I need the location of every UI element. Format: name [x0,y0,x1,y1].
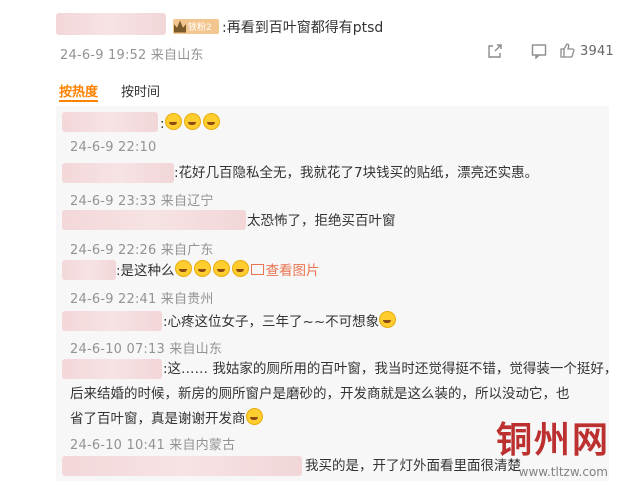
reply-text: :花好几百隐私全无，我就花了7块钱买的贴纸，漂亮还实惠。 [174,165,539,181]
reply-meta: 24-6-9 22:41 来自贵州 [70,292,214,307]
crying-emoji-icon [231,260,249,277]
tab-active-indicator [59,100,98,102]
reply-text-line-2: 后来结婚的时候，新房的厕所窗户是磨砂的，开发商就是这么装的，所以没动它，也 [70,386,570,402]
badge-label: 铁粉2 [188,23,212,33]
reply-username[interactable] [62,260,116,280]
tab-by-hot[interactable]: 按热度 [59,81,98,100]
reply-text-line-1: :这…… 我姑家的厕所用的百叶窗，我当时还觉得挺不错，觉得装一个挺好， [163,361,618,377]
reply-meta: 24-6-9 22:26 来自广东 [70,243,214,258]
username-redacted[interactable] [56,13,166,35]
reply-username[interactable] [62,456,302,476]
reply-username[interactable] [62,163,174,183]
reply-username[interactable] [62,359,162,379]
reply-username[interactable] [62,210,246,230]
like-icon[interactable] [558,41,576,59]
reply-text-line-3: 省了百叶窗，真是谢谢开发商 [70,408,265,430]
crying-emoji-icon [174,260,192,277]
reply-meta: 24-6-9 23:33 来自辽宁 [70,194,214,209]
root-comment-text: :再看到百叶窗都得有ptsd [222,20,384,36]
image-icon [250,264,264,275]
reply-text: : [160,113,222,135]
site-watermark-url: www.tltzw.com [518,465,608,479]
reply-meta: 24-6-10 10:41 来自内蒙古 [70,438,236,453]
reply-text: :是这种么 查看图片 [116,260,320,282]
fan-badge: 铁粉2 [173,19,219,34]
root-comment-meta: 24-6-9 19:52 来自山东 [60,48,204,63]
crying-emoji-icon [202,113,220,130]
reply-meta: 24-6-10 07:13 来自山东 [70,342,223,357]
site-watermark: 铜州网 [495,419,610,461]
reply-username[interactable] [62,112,158,132]
reply-meta: 24-6-9 22:10 [70,140,157,155]
share-icon[interactable] [486,42,504,60]
crying-emoji-icon [212,260,230,277]
like-count: 3941 [580,44,614,59]
crying-emoji-icon [379,311,397,328]
crying-emoji-icon [164,113,182,130]
crown-icon [174,20,186,33]
reply-text: 太恐怖了，拒绝买百叶窗 [247,213,396,229]
tab-by-time[interactable]: 按时间 [121,81,160,100]
crying-emoji-icon [183,113,201,130]
crying-emoji-icon [193,260,211,277]
reply-text: :心疼这位女子，三年了~~不可想象 [163,311,398,333]
reply-text: 我买的是，开了灯外面看里面很清楚 [305,458,521,474]
view-image-link[interactable]: 查看图片 [250,263,320,279]
crying-emoji-icon [245,408,263,425]
comment-icon[interactable] [530,42,548,60]
reply-username[interactable] [62,311,162,331]
